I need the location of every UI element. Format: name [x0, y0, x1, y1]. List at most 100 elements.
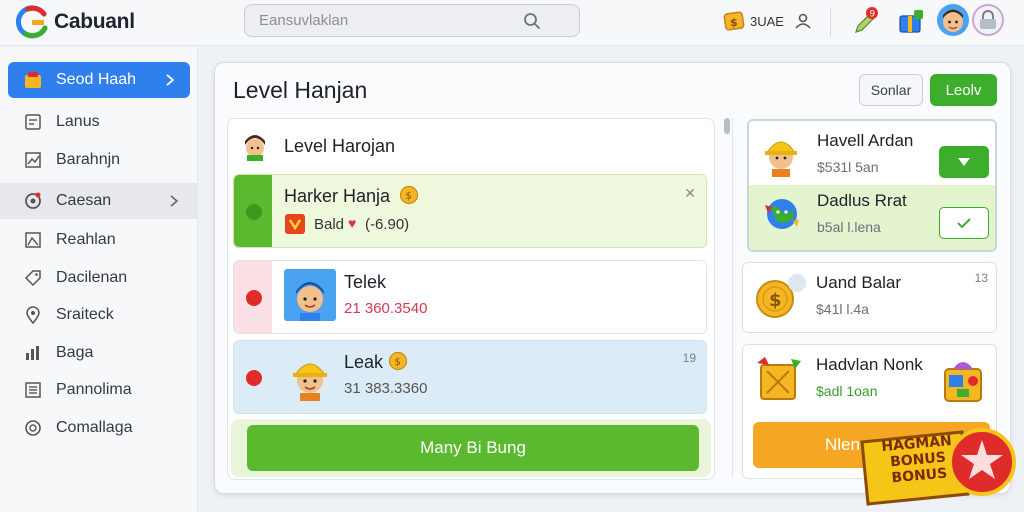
status-dot [246, 204, 262, 220]
worker-avatar-icon [284, 269, 336, 321]
triangle-down-icon [958, 158, 970, 166]
tag-icon [24, 270, 41, 287]
card-row[interactable]: Dadlus Rrat b5al l.lena [749, 185, 995, 250]
bundle-cta-label: Nlen [825, 435, 860, 454]
account-menu-button[interactable] [972, 4, 1004, 36]
sidebar-item-label: Dacilenan [56, 269, 128, 286]
level-list-card: Level Harojan Harker Hanja $ Bald ♥ (-6.… [227, 118, 715, 480]
list-item[interactable]: Leak $ 31 383.3360 19 [233, 340, 707, 414]
image-icon [25, 232, 41, 248]
chevron-right-icon [170, 195, 179, 207]
coin-icon: $ [399, 185, 419, 205]
circle-icon [25, 420, 41, 436]
select-button[interactable] [939, 207, 989, 239]
bar-chart-icon [26, 346, 39, 360]
chart-icon [25, 152, 41, 168]
inbox-icon [25, 114, 41, 130]
coin-box-icon: $ [723, 11, 745, 31]
column-divider [732, 118, 733, 478]
status-dot [246, 290, 262, 306]
sidebar-item-caesan[interactable]: Caesan [0, 183, 198, 219]
featured-card: Havell Ardan $531l 5an Dadlus Rrat b5al … [747, 119, 997, 252]
close-icon[interactable]: ✕ [684, 185, 696, 202]
primary-button[interactable]: Leolv [930, 74, 997, 106]
sidebar-item-label: Reahlan [56, 231, 116, 248]
cta-button[interactable]: Many Bi Bung [247, 425, 699, 471]
sidebar-item-label: Caesan [56, 192, 112, 209]
item-name: Telek [344, 272, 387, 292]
search-box[interactable] [244, 4, 580, 37]
svg-text:$: $ [730, 16, 738, 29]
coin-icon: $ [388, 351, 408, 371]
card-name: Hadvlan Nonk [816, 355, 923, 374]
sidebar: Seod Haah Lanus Barahnjn Caesan Reahlan … [0, 47, 198, 512]
sidebar-item-barahnjn[interactable]: Barahnjn [8, 142, 190, 178]
shield-icon [285, 214, 305, 234]
card-sub: b5al l.lena [817, 219, 881, 235]
sidebar-item-label: Baga [56, 344, 94, 361]
status-strip [234, 175, 272, 247]
app-logo[interactable]: Cabuanl [14, 4, 135, 40]
sidebar-item-label: Sraiteck [56, 306, 114, 323]
search-input[interactable] [259, 12, 519, 29]
sidebar-item-reahlan[interactable]: Reahlan [8, 222, 190, 258]
scrollbar[interactable] [724, 118, 730, 478]
card-sub: $adl 1oan [816, 383, 878, 399]
svg-text:$: $ [395, 357, 401, 368]
cta-container: Many Bi Bung [231, 419, 711, 477]
sidebar-item-pannolima[interactable]: Pannolima [8, 372, 190, 408]
list-icon [25, 382, 41, 398]
sidebar-item-seod-haah[interactable]: Seod Haah [8, 62, 190, 98]
location-icon [26, 306, 40, 324]
reward-card[interactable]: $ Uand Balar $41l l.4a 13 [742, 262, 997, 333]
sidebar-item-sraiteck[interactable]: Sraiteck [8, 297, 190, 333]
item-sub: Bald [314, 216, 345, 233]
app-name: Cabuanl [54, 10, 135, 33]
status-strip [234, 261, 272, 333]
card-row[interactable]: Havell Ardan $531l 5an [749, 121, 995, 185]
scrollbar-thumb[interactable] [724, 118, 730, 134]
secondary-button[interactable]: Sonlar [859, 74, 923, 106]
card-name: Uand Balar [816, 273, 902, 292]
logo-icon [15, 5, 48, 39]
card-meta: 13 [974, 271, 988, 285]
item-sub: 31 383.3360 [344, 380, 428, 397]
coins-label: 3UAE [750, 13, 784, 29]
list-item[interactable]: Telek 21 360.3540 [233, 260, 707, 334]
globe-character-icon [765, 199, 799, 229]
coins-button[interactable]: $ 3UAE [723, 10, 784, 32]
expand-button[interactable] [939, 146, 989, 178]
check-icon [957, 218, 971, 229]
list-title: Level Harojan [284, 135, 396, 156]
item-value: (-6.90) [365, 216, 410, 233]
bonus-badge[interactable]: HAGMAN BONUS BONUS [858, 428, 1018, 508]
sidebar-item-lanus[interactable]: Lanus [8, 104, 190, 140]
builder-avatar-icon [765, 141, 797, 177]
chevron-right-icon [166, 74, 175, 86]
target-icon [25, 192, 41, 209]
svg-text:$: $ [769, 290, 782, 311]
treasure-box-icon [944, 362, 982, 402]
svg-text:$: $ [406, 191, 412, 202]
avatar[interactable] [937, 4, 969, 36]
shop-icon [25, 72, 41, 88]
sidebar-item-label: Pannolima [56, 381, 132, 398]
card-sub: $41l l.4a [816, 301, 869, 317]
card-name: Havell Ardan [817, 131, 914, 150]
pencil-notification-icon[interactable]: 9 [850, 6, 880, 36]
gift-box-icon[interactable] [896, 6, 926, 36]
sidebar-item-baga[interactable]: Baga [8, 335, 190, 371]
list-item[interactable]: Harker Hanja $ Bald ♥ (-6.90) ✕ [233, 174, 707, 248]
status-dot [246, 370, 262, 386]
lock-icon [980, 10, 996, 29]
sidebar-item-comallaga[interactable]: Comallaga [8, 410, 190, 446]
item-name: Harker Hanja [284, 186, 391, 206]
item-name: Leak [344, 352, 384, 372]
sidebar-item-dacilenan[interactable]: Dacilenan [8, 260, 190, 296]
search-icon[interactable] [523, 12, 541, 30]
list-header: Level Harojan [240, 131, 395, 161]
item-sub: 21 360.3540 [344, 300, 428, 317]
user-icon[interactable] [794, 12, 812, 30]
toolbar-divider [830, 8, 831, 36]
page-title: Level Hanjan [233, 77, 368, 103]
